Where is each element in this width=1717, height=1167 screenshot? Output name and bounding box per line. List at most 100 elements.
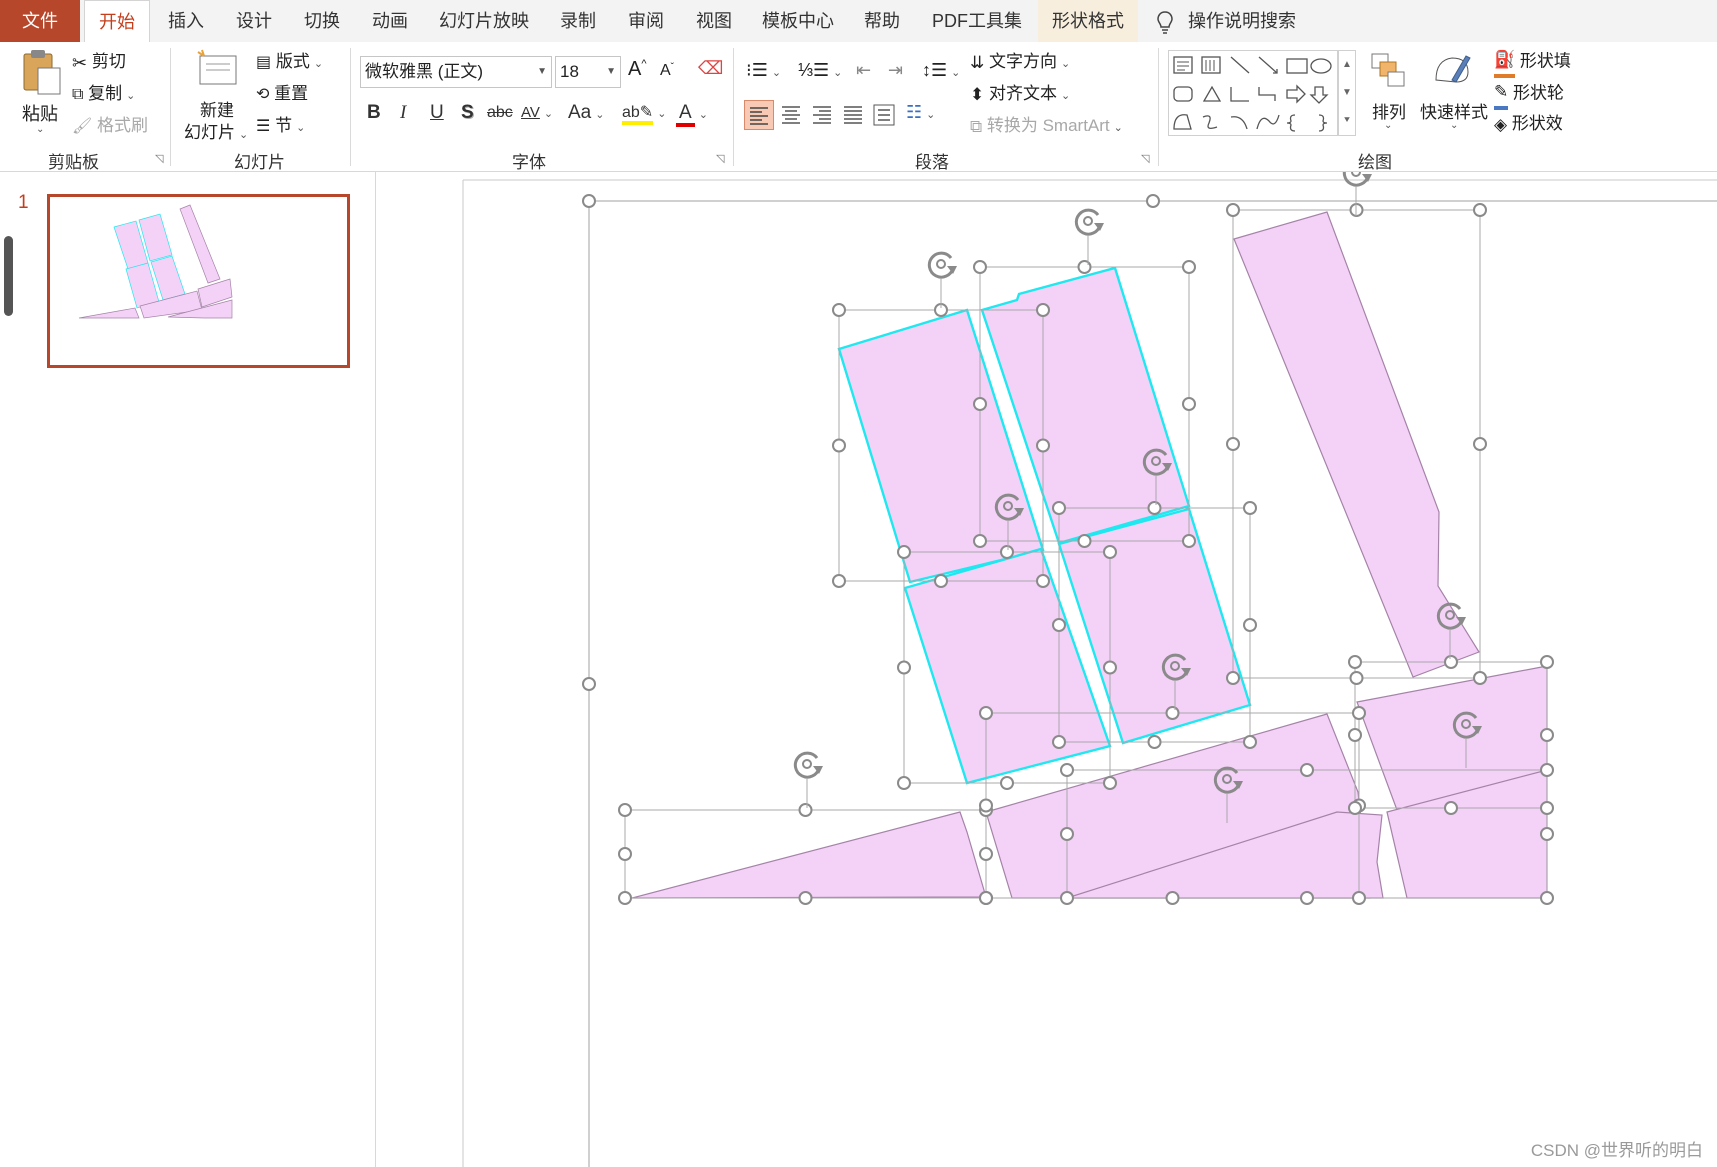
resize-handle[interactable] [1352,706,1366,720]
resize-handle[interactable] [973,534,987,548]
font-color-button[interactable]: A ⌄ [676,102,708,127]
resize-handle[interactable] [1243,735,1257,749]
resize-handle[interactable] [979,706,993,720]
resize-handle[interactable] [979,891,993,905]
resize-handle[interactable] [1473,437,1487,451]
resize-handle[interactable] [1182,534,1196,548]
distribute-button[interactable] [870,100,900,130]
resize-handle[interactable] [1226,203,1240,217]
tab-file[interactable]: 文件 [0,0,80,42]
resize-handle[interactable] [1473,203,1487,217]
change-case-button[interactable]: Aa ⌄ [568,102,604,124]
bold-button[interactable]: B [367,102,381,124]
resize-handle[interactable] [1444,655,1458,669]
tab-templates[interactable]: 模板中心 [762,0,834,42]
format-painter-button[interactable]: 🖌 格式刷 [72,112,148,140]
resize-handle[interactable] [897,545,911,559]
rotate-icon[interactable] [1074,208,1104,265]
resize-handle[interactable] [934,574,948,588]
tab-shape-format[interactable]: 形状格式 [1038,0,1138,42]
shrink-font-button[interactable]: Aˇ [660,62,674,80]
resize-handle[interactable] [1165,706,1180,720]
resize-handle[interactable] [973,260,987,274]
resize-handle[interactable] [1182,397,1196,411]
resize-handle[interactable] [1182,260,1196,274]
columns-button[interactable]: ☷ ⌄ [906,102,935,123]
tab-insert[interactable]: 插入 [166,0,206,42]
resize-handle[interactable] [1077,260,1092,274]
resize-handle[interactable] [1036,574,1050,588]
layout-button[interactable]: ▤ 版式 ⌄ [256,48,323,76]
section-button[interactable]: ☰ 节 ⌄ [256,112,305,140]
char-spacing-button[interactable]: AV ⌄ [521,104,553,121]
resize-handle[interactable] [1103,776,1117,790]
font-size-dropdown-icon[interactable]: ▼ [606,57,616,87]
new-slide-button[interactable]: 新建 幻灯片 ⌄ [184,48,250,144]
tab-home[interactable]: 开始 [84,0,150,43]
align-text-button[interactable]: ⬍ 对齐文本 ⌄ [970,80,1070,108]
resize-handle[interactable] [1146,194,1160,208]
resize-handle[interactable] [618,803,632,817]
italic-button[interactable]: I [400,102,406,124]
resize-handle[interactable] [1300,891,1314,905]
resize-handle[interactable] [1348,801,1362,815]
resize-handle[interactable] [582,194,596,208]
tell-me-search[interactable]: 操作说明搜索 [1156,0,1304,42]
slide-canvas[interactable]: CSDN @世界听的明白 [377,172,1717,1167]
arrange-button[interactable]: 排列 ⌄ [1368,50,1408,146]
resize-handle[interactable] [1147,735,1162,749]
resize-handle[interactable] [1352,891,1366,905]
tab-review[interactable]: 审阅 [626,0,666,42]
resize-handle[interactable] [618,891,632,905]
tab-pdf-tools[interactable]: PDF工具集 [930,0,1024,42]
resize-handle[interactable] [979,847,993,861]
font-name-dropdown-icon[interactable]: ▼ [537,57,547,87]
underline-button[interactable]: U [430,102,444,124]
strikethrough-button[interactable]: abc [487,104,513,122]
tab-slideshow[interactable]: 幻灯片放映 [438,0,530,42]
font-size-combo[interactable]: 18 ▼ [555,56,621,88]
resize-handle[interactable] [1052,501,1066,515]
tab-view[interactable]: 视图 [694,0,734,42]
cut-button[interactable]: ✂ 剪切 [72,48,126,76]
align-left-button[interactable] [744,100,774,130]
resize-handle[interactable] [897,660,911,675]
reset-button[interactable]: ⟲ 重置 [256,80,308,108]
resize-handle[interactable] [1444,801,1458,815]
increase-indent-icon[interactable]: ⇥ [888,60,903,81]
shape-effects-button[interactable]: ◈ 形状效 [1494,110,1563,138]
resize-handle[interactable] [1060,763,1074,777]
resize-handle[interactable] [1077,534,1092,548]
copy-button[interactable]: ⧉ 复制 ⌄ [72,80,135,108]
shapes-gallery[interactable] [1168,50,1338,136]
resize-handle[interactable] [1060,827,1074,841]
align-center-button[interactable] [777,100,807,130]
tab-animations[interactable]: 动画 [370,0,410,42]
resize-handle[interactable] [973,397,987,411]
resize-handle[interactable] [1036,438,1050,453]
paste-dropdown-icon[interactable]: ⌄ [36,124,44,135]
resize-handle[interactable] [1165,891,1180,905]
resize-handle[interactable] [832,303,846,317]
resize-handle[interactable] [832,574,846,588]
resize-handle[interactable] [582,677,596,691]
resize-handle[interactable] [1348,655,1362,669]
resize-handle[interactable] [979,798,993,813]
clipboard-launcher-icon[interactable]: ◹ [155,152,163,165]
text-direction-button[interactable]: ⇊ 文字方向 ⌄ [970,48,1070,76]
justify-button[interactable] [839,100,869,130]
shape-bottom-left-triangle[interactable] [631,811,987,899]
paste-button[interactable]: 粘贴 ⌄ [18,48,66,138]
resize-handle[interactable] [1473,671,1487,685]
shape-outline-button[interactable]: ✎ 形状轮 [1494,78,1564,110]
resize-handle[interactable] [1052,618,1066,632]
resize-handle[interactable] [1103,545,1117,559]
resize-handle[interactable] [1540,891,1554,905]
resize-handle[interactable] [1348,728,1362,742]
rotate-icon[interactable] [793,751,823,808]
clear-formatting-icon[interactable]: ⌫ [698,58,723,79]
resize-handle[interactable] [1540,827,1554,841]
line-spacing-button[interactable]: ↕☰ ⌄ [922,60,960,81]
resize-handle[interactable] [1226,671,1240,685]
resize-handle[interactable] [1226,437,1240,451]
